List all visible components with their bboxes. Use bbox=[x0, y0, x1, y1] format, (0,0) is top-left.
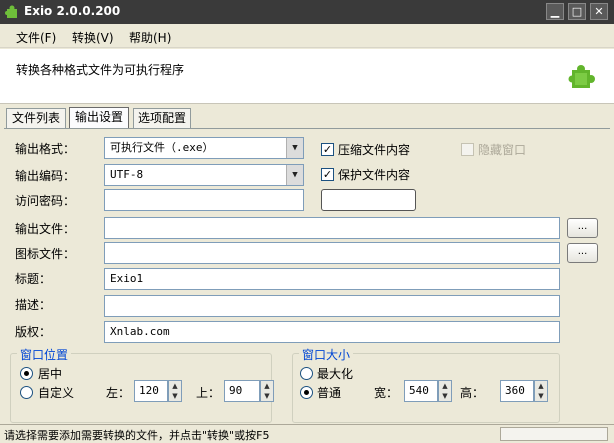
menu-help[interactable]: 帮助(H) bbox=[129, 29, 171, 46]
output-format-label: 输出格式： bbox=[15, 142, 76, 156]
size-normal-label: 普通 bbox=[317, 386, 342, 400]
app-description: 转换各种格式文件为可执行程序 bbox=[16, 63, 185, 77]
height-stepper[interactable]: 360 bbox=[500, 380, 534, 402]
status-bar: 请选择需要添加需要转换的文件，并点击"转换"或按F5 bbox=[0, 424, 614, 442]
compress-checkbox[interactable]: ✓ bbox=[321, 143, 334, 156]
chevron-down-icon[interactable]: ▼ bbox=[261, 391, 273, 401]
maximize-button[interactable]: □ bbox=[568, 3, 586, 20]
description-input[interactable] bbox=[104, 295, 560, 317]
size-normal-radio[interactable] bbox=[300, 386, 313, 399]
title-input[interactable]: Exio1 bbox=[104, 268, 560, 290]
output-encoding-select[interactable]: UTF-8 ▼ bbox=[104, 164, 304, 186]
title-label: 标题： bbox=[15, 272, 52, 286]
output-format-select[interactable]: 可执行文件（.exe） ▼ bbox=[104, 137, 304, 159]
width-label: 宽： bbox=[374, 386, 399, 400]
browse-icon-button[interactable]: ... bbox=[567, 243, 598, 263]
menu-file[interactable]: 文件(F) bbox=[16, 29, 56, 46]
copyright-label: 版权： bbox=[15, 325, 52, 339]
icon-file-input[interactable] bbox=[104, 242, 560, 264]
height-stepper-buttons[interactable]: ▲ ▼ bbox=[534, 380, 548, 402]
chevron-up-icon[interactable]: ▲ bbox=[535, 381, 547, 391]
output-format-value: 可执行文件（.exe） bbox=[110, 141, 214, 154]
left-stepper[interactable]: 120 bbox=[134, 380, 168, 402]
chevron-down-icon[interactable]: ▼ bbox=[535, 391, 547, 401]
chevron-up-icon[interactable]: ▲ bbox=[439, 381, 451, 391]
chevron-down-icon[interactable]: ▼ bbox=[286, 165, 303, 185]
top-stepper[interactable]: 90 bbox=[224, 380, 260, 402]
tab-option-config[interactable]: 选项配置 bbox=[133, 108, 191, 128]
left-stepper-buttons[interactable]: ▲ ▼ bbox=[168, 380, 182, 402]
size-maximize-label: 最大化 bbox=[317, 367, 354, 381]
chevron-down-icon[interactable]: ▼ bbox=[169, 391, 181, 401]
width-stepper[interactable]: 540 bbox=[404, 380, 438, 402]
output-encoding-label: 输出编码： bbox=[15, 169, 76, 183]
protect-checkbox[interactable]: ✓ bbox=[321, 168, 334, 181]
protect-label: 保护文件内容 bbox=[338, 168, 411, 182]
password-confirm-input[interactable] bbox=[321, 189, 416, 211]
output-encoding-value: UTF-8 bbox=[110, 168, 144, 181]
top-label: 上： bbox=[196, 386, 221, 400]
tab-output-settings[interactable]: 输出设置 bbox=[69, 107, 129, 129]
description-label: 描述： bbox=[15, 298, 52, 312]
menu-bar: 文件(F) 转换(V) 帮助(H) bbox=[0, 24, 614, 48]
close-button[interactable]: ✕ bbox=[590, 3, 608, 20]
output-file-input[interactable] bbox=[104, 217, 560, 239]
position-center-label: 居中 bbox=[38, 367, 63, 381]
icon-file-label: 图标文件： bbox=[15, 247, 76, 261]
size-maximize-radio[interactable] bbox=[300, 367, 313, 380]
tab-file-list[interactable]: 文件列表 bbox=[6, 108, 66, 128]
header-banner: 转换各种格式文件为可执行程序 bbox=[0, 49, 614, 104]
title-bar: Exio 2.0.0.200 ▁ □ ✕ bbox=[0, 0, 614, 24]
browse-output-button[interactable]: ... bbox=[567, 218, 598, 238]
copyright-input[interactable]: Xnlab.com bbox=[104, 321, 560, 343]
status-pane bbox=[500, 427, 608, 441]
position-center-radio[interactable] bbox=[20, 367, 33, 380]
window-size-title: 窗口大小 bbox=[299, 346, 354, 363]
puzzle-icon bbox=[568, 65, 595, 88]
minimize-button[interactable]: ▁ bbox=[546, 3, 564, 20]
password-label: 访问密码： bbox=[15, 194, 76, 208]
output-file-label: 输出文件： bbox=[15, 222, 76, 236]
hide-window-label: 隐藏窗口 bbox=[478, 143, 527, 157]
password-input[interactable] bbox=[104, 189, 304, 211]
status-text: 请选择需要添加需要转换的文件，并点击"转换"或按F5 bbox=[4, 429, 270, 442]
chevron-down-icon[interactable]: ▼ bbox=[439, 391, 451, 401]
chevron-down-icon[interactable]: ▼ bbox=[286, 138, 303, 158]
height-label: 高： bbox=[460, 386, 485, 400]
chevron-up-icon[interactable]: ▲ bbox=[169, 381, 181, 391]
window-title: Exio 2.0.0.200 bbox=[24, 4, 121, 18]
left-label: 左： bbox=[106, 386, 131, 400]
hide-window-checkbox[interactable] bbox=[461, 143, 474, 156]
chevron-up-icon[interactable]: ▲ bbox=[261, 381, 273, 391]
top-stepper-buttons[interactable]: ▲ ▼ bbox=[260, 380, 274, 402]
menu-convert[interactable]: 转换(V) bbox=[72, 29, 114, 46]
width-stepper-buttons[interactable]: ▲ ▼ bbox=[438, 380, 452, 402]
compress-label: 压缩文件内容 bbox=[338, 143, 411, 157]
position-custom-label: 自定义 bbox=[38, 386, 75, 400]
window-position-title: 窗口位置 bbox=[17, 346, 72, 363]
position-custom-radio[interactable] bbox=[20, 386, 33, 399]
app-icon bbox=[5, 5, 17, 18]
